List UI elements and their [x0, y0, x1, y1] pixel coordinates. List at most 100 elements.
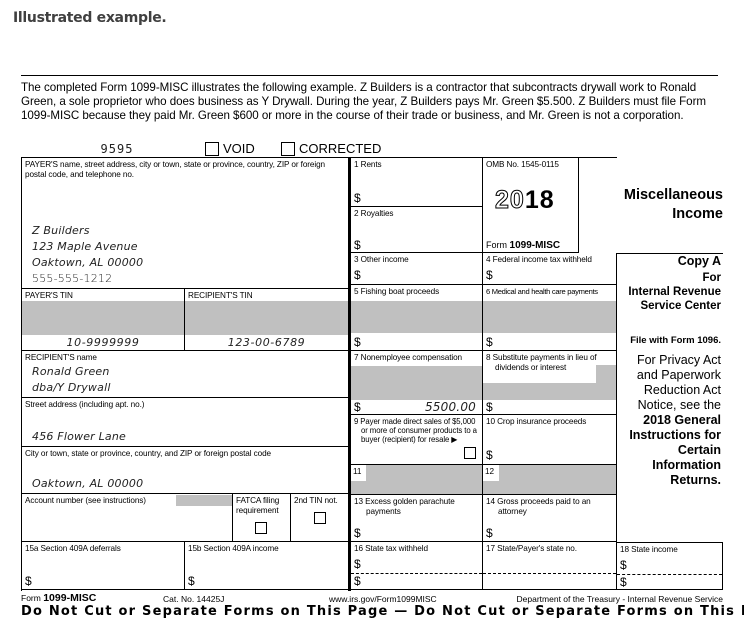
box-16-label: 16 State tax withheld — [354, 544, 428, 553]
footer-form-word: Form — [21, 593, 41, 603]
box-14-label: 14 Gross proceeds paid to an attorney — [486, 497, 591, 516]
privacy-line: Reduction Act — [643, 383, 721, 397]
irs-url[interactable]: www.irs.gov/Form1099MISC — [329, 594, 437, 604]
shaded-area — [351, 366, 482, 400]
dept-treasury: Department of the Treasury - Internal Re… — [516, 594, 723, 604]
currency-symbol: $ — [354, 526, 361, 540]
city-box[interactable]: City or town, state or province, country… — [22, 447, 349, 494]
box-9-direct-sales: 9 Payer made direct sales of $5,000 or m… — [351, 415, 483, 465]
box-15b-label: 15b Section 409A income — [188, 544, 279, 553]
tax-year: 2018 — [495, 186, 555, 215]
box-12-label: 12 — [483, 465, 499, 481]
box-17-label: 17 State/Payer's state no. — [486, 544, 577, 553]
box-4-federal-tax-withheld[interactable]: 4 Federal income tax withheld $ — [483, 253, 617, 285]
corrected-checkbox[interactable] — [281, 141, 295, 156]
currency-symbol: $ — [188, 574, 195, 588]
box-17-state-no[interactable]: 17 State/Payer's state no. — [483, 542, 617, 590]
box-5-label: 5 Fishing boat proceeds — [354, 287, 440, 296]
payer-info-box[interactable]: PAYER'S name, street address, city or to… — [22, 158, 349, 289]
recipient-name-label: RECIPIENT'S name — [25, 353, 97, 362]
recipient-name: Ronald Green — [32, 365, 110, 378]
instructions-line: Certain — [677, 443, 721, 457]
box-15b[interactable]: 15b Section 409A income $ — [185, 542, 349, 590]
currency-symbol: $ — [620, 558, 627, 572]
dashed-divider — [483, 573, 616, 574]
box-13-golden-parachute[interactable]: 13 Excess golden parachute payments $ — [351, 495, 483, 542]
footer-form-id: Form 1099-MISC — [21, 592, 96, 604]
tax-year-outline: 20 — [495, 186, 525, 215]
box-3-other-income[interactable]: 3 Other income $ — [351, 253, 483, 285]
currency-symbol: $ — [25, 574, 32, 588]
form-top-line: 9595 VOID CORRECTED — [0, 141, 744, 157]
recipient-name-box[interactable]: RECIPIENT'S name Ronald Green dba/Y Dryw… — [22, 351, 349, 398]
recipient-tin-box[interactable]: RECIPIENT'S TIN 123-00-6789 — [185, 289, 349, 351]
street-address-box[interactable]: Street address (including apt. no.) 456 … — [22, 398, 349, 447]
box-6-medical-payments[interactable]: 6 Medical and health care payments $ — [483, 285, 617, 351]
form-name: 1099-MISC — [509, 240, 561, 251]
box-5-fishing-boat[interactable]: 5 Fishing boat proceeds $ — [351, 285, 483, 351]
currency-symbol: $ — [620, 575, 627, 589]
instructions-line: Instructions for — [629, 428, 721, 442]
copy-a-panel: Copy A For Internal Revenue Service Cent… — [617, 254, 721, 348]
box-9-checkbox[interactable] — [464, 447, 476, 459]
void-checkbox[interactable] — [205, 141, 219, 156]
shaded-area — [483, 383, 616, 400]
payer-tin-label: PAYER'S TIN — [25, 291, 73, 300]
currency-symbol: $ — [486, 526, 493, 540]
do-not-cut-notice: Do Not Cut or Separate Forms on This Pag… — [21, 604, 744, 619]
box-9-label: 9 Payer made direct sales of $5,000 or m… — [354, 417, 477, 445]
privacy-line: and Paperwork — [636, 368, 721, 382]
copy-a: Copy A — [677, 254, 721, 268]
second-tin-label: 2nd TIN not. — [294, 496, 338, 505]
box-4-label: 4 Federal income tax withheld — [486, 255, 592, 264]
box-14-attorney-proceeds[interactable]: 14 Gross proceeds paid to an attorney $ — [483, 495, 617, 542]
payer-city: Oaktown, AL 00000 — [32, 256, 144, 269]
form-id: Form 1099-MISC — [486, 240, 560, 251]
for-label: For — [702, 272, 721, 284]
payer-street: 123 Maple Avenue — [32, 240, 138, 253]
currency-symbol: $ — [354, 191, 361, 205]
recipient-tin-label: RECIPIENT'S TIN — [188, 291, 253, 300]
second-tin-box: 2nd TIN not. — [291, 494, 349, 542]
account-number-box[interactable]: Account number (see instructions) — [22, 494, 233, 542]
irs-line-1: Internal Revenue — [628, 286, 721, 298]
intro-paragraph: The completed Form 1099-MISC illustrates… — [21, 81, 706, 122]
box-15a[interactable]: 15a Section 409A deferrals $ — [22, 542, 185, 590]
title-line-1: Miscellaneous — [623, 187, 723, 203]
title-line-2: Income — [672, 206, 723, 222]
corrected-checkbox-group[interactable]: CORRECTED — [281, 141, 381, 156]
privacy-line: For Privacy Act — [636, 353, 721, 367]
currency-symbol: $ — [354, 268, 361, 282]
box-18-state-income[interactable]: 18 State income $ $ — [617, 542, 723, 590]
shaded-area — [185, 301, 348, 335]
box-7-nonemployee-comp[interactable]: 7 Nonemployee compensation $ 5500.00 — [351, 351, 483, 415]
payer-name: Z Builders — [32, 224, 90, 237]
box-10-crop-insurance[interactable]: 10 Crop insurance proceeds $ — [483, 415, 617, 465]
form-footer: Form 1099-MISC Cat. No. 14425J www.irs.g… — [21, 592, 723, 604]
form-title: Miscellaneous Income — [573, 186, 723, 224]
box-16-state-tax[interactable]: 16 State tax withheld $ $ — [351, 542, 483, 590]
box-3-label: 3 Other income — [354, 255, 409, 264]
fatca-checkbox[interactable] — [255, 522, 267, 534]
instructions-line: Returns. — [670, 473, 721, 487]
box-2-label: 2 Royalties — [354, 209, 394, 218]
void-label: VOID — [223, 141, 255, 156]
box-2-royalties[interactable]: 2 Royalties $ — [351, 207, 483, 253]
omb-year-box: OMB No. 1545-0115 2018 Form 1099-MISC — [483, 158, 579, 253]
divider — [21, 75, 718, 76]
instructions-line: Information — [652, 458, 721, 472]
instructions-line: 2018 General — [643, 413, 721, 427]
city-value: Oaktown, AL 00000 — [32, 477, 144, 490]
tax-year-bold: 18 — [524, 186, 555, 214]
void-checkbox-group[interactable]: VOID — [205, 141, 255, 156]
recipient-tin-value: 123-00-6789 — [227, 336, 306, 349]
box-1-rents[interactable]: 1 Rents $ — [351, 158, 483, 207]
privacy-notice: For Privacy Act and Paperwork Reduction … — [617, 353, 721, 488]
currency-symbol: $ — [486, 268, 493, 282]
fatca-box: FATCA filing requirement — [233, 494, 291, 542]
shaded-area — [22, 301, 184, 335]
payer-tin-box[interactable]: PAYER'S TIN 10-9999999 — [22, 289, 185, 351]
second-tin-checkbox[interactable] — [314, 512, 326, 524]
recipient-dba: dba/Y Drywall — [32, 381, 111, 394]
box-8-substitute-payments[interactable]: 8 Substitute payments in lieu of dividen… — [483, 351, 617, 415]
